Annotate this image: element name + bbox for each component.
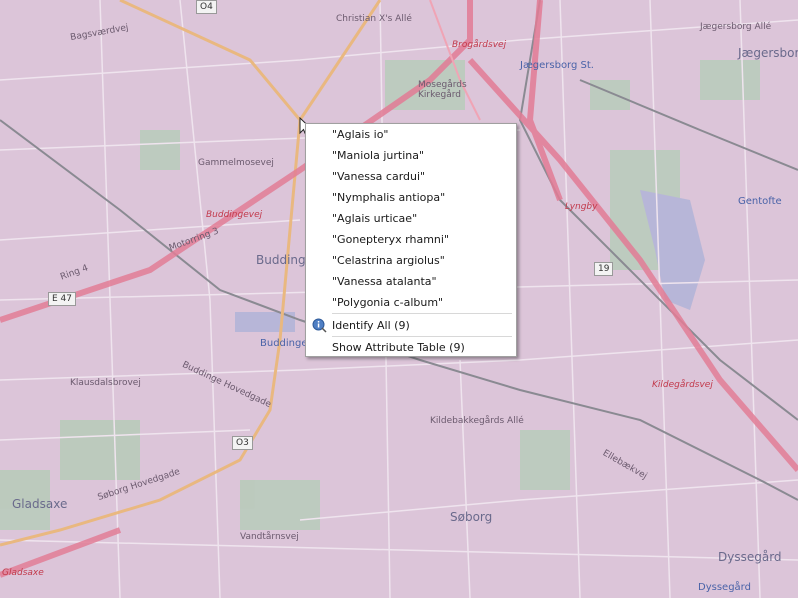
map-label: Dyssegård <box>698 582 751 593</box>
menu-item-feature[interactable]: "Vanessa atalanta" <box>307 271 515 292</box>
menu-item-feature[interactable]: "Vanessa cardui" <box>307 166 515 187</box>
map-label: Lyngby <box>565 202 598 212</box>
menu-separator <box>332 313 512 314</box>
map-label: Gladsaxe <box>12 497 68 511</box>
menu-item-feature[interactable]: "Aglais io" <box>307 124 515 145</box>
map-label: Gentofte <box>738 196 782 207</box>
road-shield: O3 <box>232 436 253 450</box>
identify-info-icon <box>312 318 327 333</box>
menu-item-feature[interactable]: "Aglais urticae" <box>307 208 515 229</box>
road-shield: O4 <box>196 0 217 14</box>
map-label: Christian X's Allé <box>336 14 412 24</box>
identify-context-menu: "Aglais io" "Maniola jurtina" "Vanessa c… <box>305 123 517 357</box>
menu-item-feature[interactable]: "Maniola jurtina" <box>307 145 515 166</box>
road-shield: E 47 <box>48 292 76 306</box>
menu-item-identify-all[interactable]: Identify All (9) <box>307 315 515 336</box>
map-label: Kildegårdsvej <box>652 380 713 390</box>
map-label: Jægersborg <box>738 46 798 60</box>
map-label: Jægersborg Allé <box>700 22 772 32</box>
map-label: Jægersborg St. <box>520 60 594 71</box>
map-label: Klausdalsbrovej <box>70 378 141 388</box>
map-label: Buddinge <box>260 338 308 349</box>
menu-item-feature[interactable]: "Celastrina argiolus" <box>307 250 515 271</box>
map-label: Vandtårnsvej <box>240 532 299 542</box>
map-label: Buddingevej <box>206 210 263 220</box>
menu-item-feature[interactable]: "Gonepteryx rhamni" <box>307 229 515 250</box>
map-label: Dyssegård <box>718 550 782 564</box>
map-label: Gammelmosevej <box>198 158 274 168</box>
road-shield: 19 <box>594 262 614 276</box>
map-label: Gladsaxe <box>2 568 44 578</box>
map-label: Søborg <box>450 510 493 524</box>
menu-item-show-attribute-table[interactable]: Show Attribute Table (9) <box>307 337 515 358</box>
identify-all-label: Identify All (9) <box>332 319 410 332</box>
menu-item-feature[interactable]: "Polygonia c-album" <box>307 292 515 313</box>
map-label: Brogårdsvej <box>452 40 507 50</box>
map-label: Kildebakkegårds Allé <box>430 416 524 426</box>
map-label: Mosegårds Kirkegård <box>418 80 467 100</box>
menu-item-feature[interactable]: "Nymphalis antiopa" <box>307 187 515 208</box>
